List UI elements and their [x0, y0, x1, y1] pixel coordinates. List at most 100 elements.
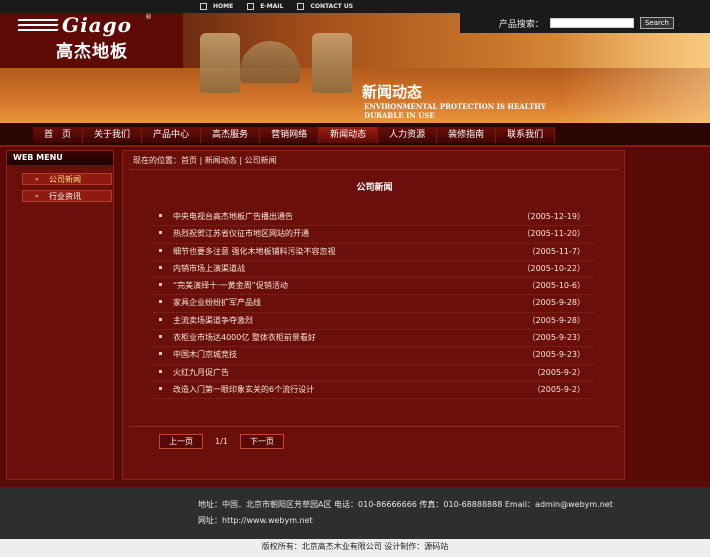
- contact-icon: [297, 3, 305, 10]
- news-title-link[interactable]: 内销市场上演渠道战: [173, 263, 245, 274]
- banner-chair-left: [200, 33, 240, 93]
- bullet-icon: [159, 335, 162, 339]
- list-item: 热烈祝贺江苏省仪征市地区网站的开通 （2005-11-20）: [153, 226, 593, 244]
- bullet-icon: [159, 369, 162, 373]
- nav-item-hr[interactable]: 人力资源: [378, 127, 438, 143]
- home-link-label: HOME: [213, 3, 234, 10]
- sidebar-heading: WEB MENU: [7, 151, 113, 165]
- nav-item-home[interactable]: 首 页: [33, 127, 84, 143]
- pagination: 上一页 1/1 下一页: [159, 434, 284, 449]
- footer-address: 地址：中国．北京市朝阳区芳草园A区 电话：010-86666666 传真：010…: [198, 500, 613, 509]
- footer: 地址：中国．北京市朝阳区芳草园A区 电话：010-86666666 传真：010…: [0, 487, 710, 539]
- arrow-right-icon: »: [35, 193, 39, 200]
- list-item: 中国木门京城竞技 （2005-9-23）: [153, 347, 593, 365]
- banner-subtitle-line2: DURABLE IN USE: [364, 111, 435, 120]
- logo-registered-mark: ®: [145, 13, 152, 21]
- prev-page-button[interactable]: 上一页: [159, 434, 203, 449]
- bullet-icon: [159, 386, 162, 390]
- banner-title: 新闻动态: [362, 83, 423, 101]
- news-date: （2005-9-28）: [527, 298, 585, 308]
- news-date: （2005-9-23）: [527, 350, 585, 360]
- news-title-link[interactable]: 中国木门京城竞技: [173, 349, 237, 360]
- banner-subtitle-line1: ENVIRONMENTAL PROTECTION IS HEALTHY: [364, 102, 546, 111]
- nav-items: 首 页 关于我们 产品中心 高杰服务 营销网络 新闻动态 人力资源 装修指南 联…: [33, 127, 556, 143]
- news-date: （2005-9-2）: [532, 384, 585, 394]
- bullet-icon: [159, 283, 162, 287]
- email-link[interactable]: E-MAIL: [247, 3, 283, 10]
- news-date: （2005-12-19）: [522, 212, 586, 221]
- list-item: “完美演绎十·一黄金周”促销活动 （2005-10-6）: [153, 278, 593, 296]
- page-indicator: 1/1: [215, 437, 228, 446]
- page-title: 公司新闻: [356, 183, 393, 193]
- search-bar: 产品搜索： Search: [460, 13, 710, 33]
- sidebar: WEB MENU » 公司新闻 » 行业资讯: [6, 150, 114, 480]
- logo-stripes-icon: [17, 19, 59, 37]
- main-content: 现在的位置：首页 | 新闻动态 | 公司新闻 公司新闻 中央电视台高杰地板广告播…: [122, 150, 625, 480]
- news-date: （2005-10-22）: [522, 263, 586, 273]
- news-title-link[interactable]: 家具企业纷纷扩军产品线: [173, 297, 261, 308]
- divider: [129, 426, 619, 427]
- list-item: 火红九月促广告 （2005-9-2）: [153, 365, 593, 382]
- news-title-link[interactable]: 热烈祝贺江苏省仪征市地区网站的开通: [173, 228, 309, 239]
- footer-url: 网址：http://www.webym.net: [198, 516, 313, 525]
- main-nav: 首 页 关于我们 产品中心 高杰服务 营销网络 新闻动态 人力资源 装修指南 联…: [0, 123, 710, 147]
- news-title-link[interactable]: 改造入门第一眼印象玄关的6个流行设计: [173, 384, 314, 395]
- mail-icon: [247, 3, 255, 10]
- list-item: 主流卖场渠道争夺激烈 （2005-9-28）: [153, 313, 593, 331]
- contact-link[interactable]: CONTACT US: [297, 3, 353, 10]
- news-date: （2005-9-28）: [527, 315, 585, 325]
- list-item: 家具企业纷纷扩军产品线 （2005-9-28）: [153, 295, 593, 313]
- email-link-label: E-MAIL: [260, 3, 284, 10]
- list-item: 衣柜业市场达4000亿 整体衣柜前景看好 （2005-9-23）: [153, 330, 593, 348]
- news-list: 中央电视台高杰地板广告播出通告 （2005-12-19） 热烈祝贺江苏省仪征市地区…: [153, 209, 593, 400]
- logo-text-cn: 高杰地板: [56, 42, 128, 62]
- bullet-icon: [159, 231, 162, 235]
- sidebar-item-label: 行业资讯: [49, 192, 81, 201]
- next-page-button[interactable]: 下一页: [239, 434, 284, 449]
- nav-item-service[interactable]: 高杰服务: [201, 127, 261, 143]
- search-label: 产品搜索：: [498, 19, 544, 30]
- breadcrumb: 现在的位置：首页 | 新闻动态 | 公司新闻: [133, 156, 277, 165]
- header-banner: Giago ® 高杰地板 产品搜索： Search 新闻动态 ENVIRONME…: [0, 13, 710, 123]
- copyright: 版权所有：北京高杰木业有限公司 设计制作：源码站: [0, 539, 710, 557]
- news-title-link[interactable]: 细节也要多注意 强化木地板铺料污染不容忽视: [173, 246, 336, 257]
- banner-subtitle: ENVIRONMENTAL PROTECTION IS HEALTHY DURA…: [364, 102, 546, 120]
- list-item: 内销市场上演渠道战 （2005-10-22）: [153, 261, 593, 279]
- home-link[interactable]: HOME: [200, 3, 233, 10]
- list-item: 改造入门第一眼印象玄关的6个流行设计 （2005-9-2）: [153, 382, 593, 400]
- nav-item-guide[interactable]: 装修指南: [437, 127, 497, 143]
- search-button[interactable]: Search: [639, 17, 674, 29]
- contact-link-label: CONTACT US: [310, 3, 354, 10]
- list-item: 中央电视台高杰地板广告播出通告 （2005-12-19）: [153, 209, 593, 227]
- logo[interactable]: Giago ® 高杰地板: [0, 13, 183, 68]
- bullet-icon: [159, 317, 162, 321]
- news-date: （2005-9-2）: [532, 367, 585, 377]
- news-title-link[interactable]: 主流卖场渠道争夺激烈: [173, 315, 253, 326]
- search-input[interactable]: [549, 18, 634, 28]
- bullet-icon: [159, 248, 162, 252]
- banner-chair-right: [312, 33, 352, 93]
- news-date: （2005-9-23）: [527, 333, 585, 343]
- top-bar: HOME E-MAIL CONTACT US: [0, 0, 710, 13]
- news-date: （2005-11-20）: [522, 229, 586, 239]
- divider: [129, 169, 619, 170]
- home-icon: [200, 3, 207, 10]
- bullet-icon: [159, 265, 162, 269]
- news-date: （2005-10-6）: [527, 281, 585, 291]
- nav-item-contact[interactable]: 联系我们: [496, 127, 556, 143]
- bullet-icon: [159, 300, 162, 304]
- top-links: HOME E-MAIL CONTACT US: [200, 0, 353, 13]
- list-item: 细节也要多注意 强化木地板铺料污染不容忽视 （2005-11-7）: [153, 244, 593, 261]
- nav-item-news[interactable]: 新闻动态: [319, 127, 379, 143]
- news-title-link[interactable]: 火红九月促广告: [173, 367, 229, 378]
- news-title-link[interactable]: 中央电视台高杰地板广告播出通告: [173, 211, 293, 222]
- sidebar-item-company-news[interactable]: » 公司新闻: [22, 173, 112, 185]
- sidebar-item-label: 公司新闻: [49, 175, 81, 184]
- nav-item-products[interactable]: 产品中心: [142, 127, 202, 143]
- nav-item-network[interactable]: 营销网络: [260, 127, 320, 143]
- sidebar-item-industry-news[interactable]: » 行业资讯: [22, 190, 112, 202]
- bullet-icon: [159, 214, 162, 217]
- nav-item-about[interactable]: 关于我们: [83, 127, 143, 143]
- news-title-link[interactable]: “完美演绎十·一黄金周”促销活动: [173, 280, 288, 291]
- news-title-link[interactable]: 衣柜业市场达4000亿 整体衣柜前景看好: [173, 332, 316, 343]
